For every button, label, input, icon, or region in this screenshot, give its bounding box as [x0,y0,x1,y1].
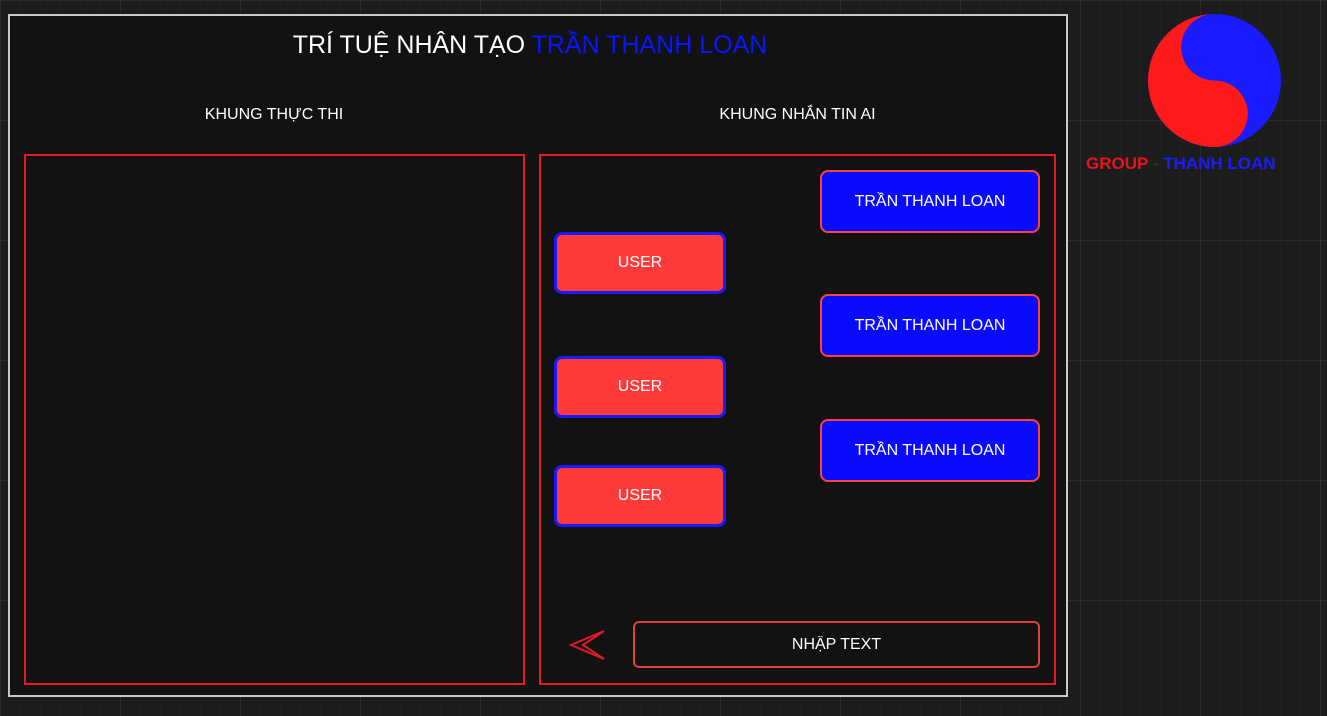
ai-message-bubble[interactable]: TRẦN THANH LOAN [820,294,1040,357]
chevron-left-icon[interactable] [568,628,606,662]
page-title: TRÍ TUỆ NHÂN TẠO TRẦN THANH LOAN [0,31,1060,60]
execution-panel[interactable] [24,154,525,685]
user-message-bubble[interactable]: USER [554,356,726,418]
chat-panel-heading: KHUNG NHẮN TIN AI [719,106,876,123]
execution-panel-heading: KHUNG THỰC THI [204,106,344,123]
page-title-accent: TRẦN THANH LOAN [531,31,768,59]
page-title-prefix: TRÍ TUỆ NHÂN TẠO [292,31,526,59]
yin-yang-icon [1148,14,1281,147]
ai-message-bubble[interactable]: TRẦN THANH LOAN [820,170,1040,233]
user-message-bubble[interactable]: USER [554,465,726,527]
brand-name: GROUP - THANH LOAN [1086,154,1276,174]
brand-title: THANH LOAN [1163,154,1276,173]
user-message-bubble[interactable]: USER [554,232,726,294]
ai-message-bubble[interactable]: TRẦN THANH LOAN [820,419,1040,482]
text-input[interactable] [633,621,1040,668]
brand-group-label: GROUP [1086,154,1149,173]
brand-separator: - [1152,154,1159,173]
